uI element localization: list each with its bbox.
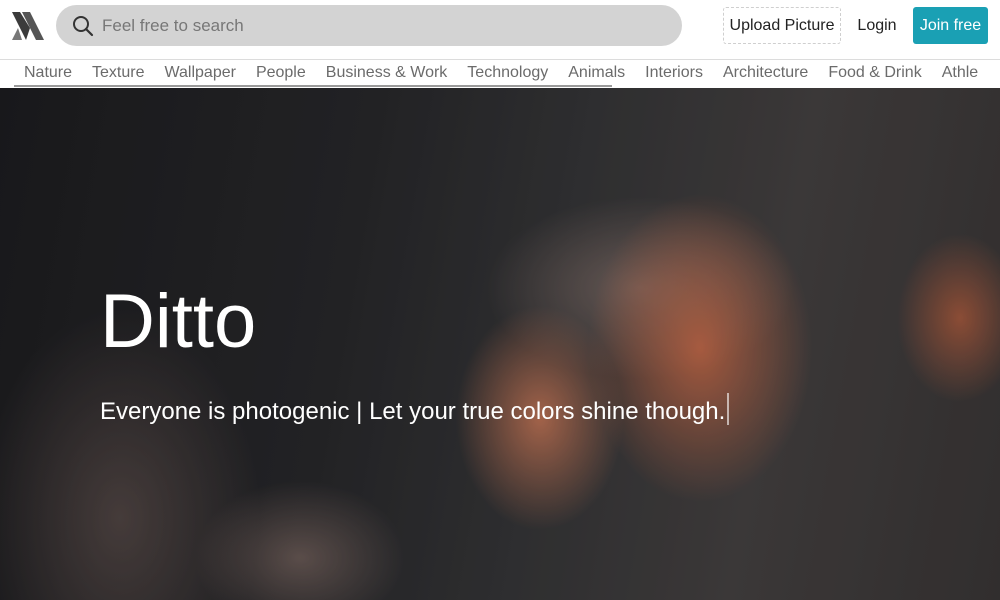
hero-subtitle-line: Everyone is photogenic | Let your true c…: [100, 393, 730, 426]
category-item[interactable]: People: [246, 60, 316, 86]
category-list: Nature Texture Wallpaper People Business & W…: [0, 60, 1000, 86]
category-item[interactable]: Wallpaper: [155, 60, 246, 86]
search-icon[interactable]: [72, 15, 94, 37]
login-button[interactable]: Login: [850, 7, 904, 44]
category-nav-edge: [990, 60, 1000, 88]
search-bar[interactable]: [56, 5, 682, 46]
category-item[interactable]: Technology: [457, 60, 558, 86]
ditto-logo-icon[interactable]: [10, 8, 46, 44]
category-scrollbar[interactable]: [14, 85, 612, 87]
hero-title: Ditto: [100, 279, 257, 364]
search-input[interactable]: [102, 5, 662, 46]
category-item[interactable]: Texture: [82, 60, 154, 86]
category-item[interactable]: Interiors: [635, 60, 713, 86]
category-nav: Nature Texture Wallpaper People Business & W…: [0, 59, 1000, 88]
category-item[interactable]: Architecture: [713, 60, 818, 86]
category-item[interactable]: Business & Work: [316, 60, 458, 86]
category-item[interactable]: Food & Drink: [818, 60, 931, 86]
top-bar: Upload Picture Login Join free: [0, 0, 1000, 56]
hero-subtitle: Everyone is photogenic | Let your true c…: [100, 398, 726, 425]
category-item[interactable]: Animals: [558, 60, 635, 86]
category-item[interactable]: Athle: [932, 60, 988, 86]
upload-picture-button[interactable]: Upload Picture: [723, 7, 841, 44]
text-caret: [727, 393, 730, 425]
category-item[interactable]: Nature: [14, 60, 82, 86]
join-free-button[interactable]: Join free: [913, 7, 988, 44]
hero-banner: Ditto Everyone is photogenic | Let your …: [0, 88, 1000, 600]
